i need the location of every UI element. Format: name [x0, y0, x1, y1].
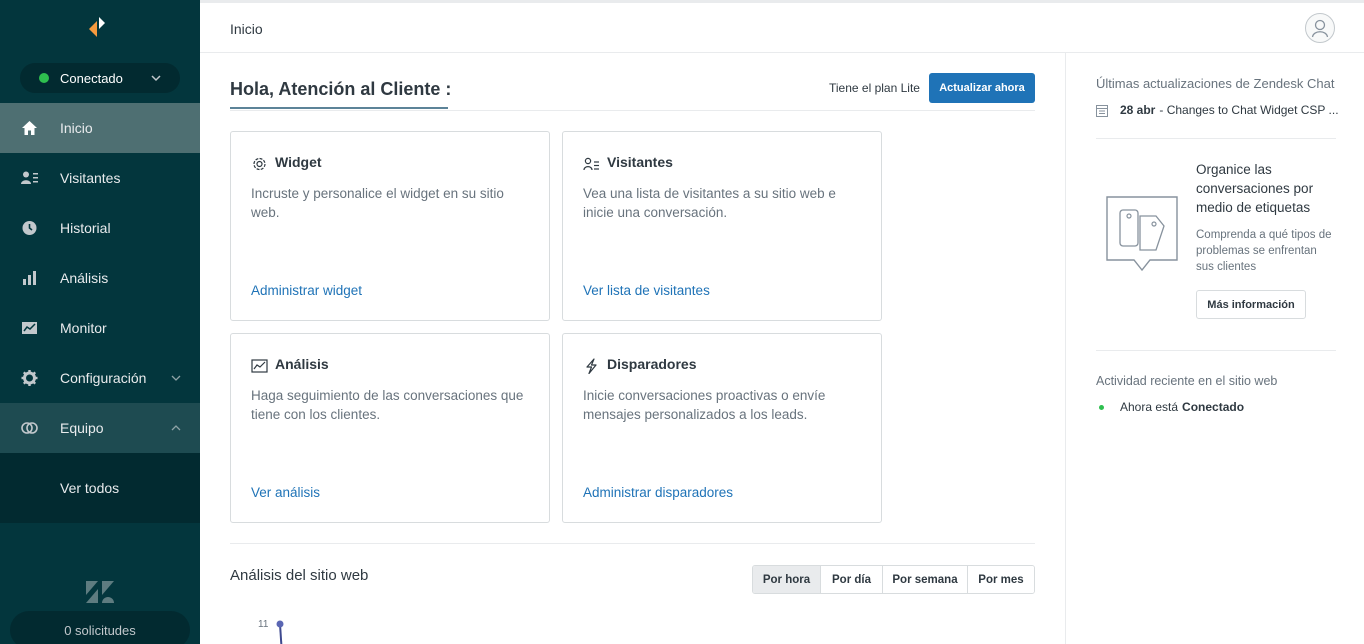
- right-panel: Últimas actualizaciones de Zendesk Chat …: [1065, 53, 1364, 644]
- chart-data-point: [276, 620, 284, 628]
- activity-prefix: Ahora está: [1120, 400, 1179, 414]
- more-info-button[interactable]: Más información: [1196, 290, 1306, 319]
- header-divider: [230, 110, 1035, 111]
- view-analysis-link[interactable]: Ver análisis: [251, 485, 320, 500]
- sidebar-item-label: Configuración: [60, 370, 147, 386]
- manage-triggers-link[interactable]: Administrar disparadores: [583, 485, 733, 500]
- activity-title: Actividad reciente en el sitio web: [1096, 374, 1278, 388]
- status-dot: [39, 73, 49, 83]
- sidebar-item-label: Historial: [60, 220, 111, 236]
- chevron-down-icon: [151, 75, 161, 82]
- panel-divider: [1096, 138, 1336, 139]
- chevron-up-icon: [171, 425, 181, 431]
- team-icon: [21, 422, 38, 434]
- tags-illustration-icon: [1106, 196, 1178, 272]
- y-axis-tick: 11: [258, 619, 269, 630]
- card-description: Vea una lista de visitantes a su sitio w…: [583, 186, 836, 220]
- sidebar-item-inicio[interactable]: Inicio: [0, 103, 200, 153]
- chevron-down-icon: [171, 375, 181, 381]
- tickets-counter[interactable]: 0 solicitudes: [10, 611, 190, 644]
- zendesk-logo-icon[interactable]: [86, 581, 114, 603]
- home-icon: [22, 121, 37, 135]
- card-description: Incruste y personalice el widget en su s…: [251, 186, 504, 220]
- card-disparadores: Disparadores Inicie conversaciones proac…: [562, 333, 882, 523]
- status-selector[interactable]: Conectado: [20, 63, 180, 93]
- page-title: Hola, Atención al Cliente :: [230, 79, 452, 99]
- activity-status: Conectado: [1182, 400, 1245, 414]
- bar-chart-icon: [23, 271, 36, 285]
- period-week-button[interactable]: Por semana: [883, 566, 968, 593]
- manage-widget-link[interactable]: Administrar widget: [251, 283, 362, 298]
- sidebar-item-label: Monitor: [60, 320, 107, 336]
- sidebar-item-label: Visitantes: [60, 170, 121, 186]
- clock-icon: [22, 221, 37, 235]
- sidebar-item-visitantes[interactable]: Visitantes: [0, 153, 200, 203]
- avatar[interactable]: [1305, 13, 1335, 43]
- monitor-icon: [22, 322, 37, 334]
- promo-description: Comprenda a qué tipos de problemas se en…: [1196, 229, 1332, 273]
- sidebar-item-historial[interactable]: Historial: [0, 203, 200, 253]
- sidebar-item-equipo[interactable]: Equipo: [0, 403, 200, 453]
- lightning-icon: [586, 358, 597, 374]
- online-status-dot: [1099, 404, 1104, 410]
- activity-item: Ahora está Conectado: [1099, 400, 1244, 414]
- breadcrumb: Inicio: [230, 21, 263, 37]
- title-underline: [230, 107, 448, 109]
- card-analisis: Análisis Haga seguimiento de las convers…: [230, 333, 550, 523]
- gear-icon: [253, 157, 266, 171]
- calendar-icon: [1096, 104, 1108, 117]
- period-month-button[interactable]: Por mes: [968, 566, 1034, 593]
- update-text: - Changes to Chat Widget CSP ...: [1159, 103, 1339, 117]
- sidebar-item-analisis[interactable]: Análisis: [0, 253, 200, 303]
- top-bar: Inicio: [200, 0, 1364, 53]
- card-title: Widget: [275, 154, 322, 170]
- card-description: Inicie conversaciones proactivas o envíe…: [583, 388, 826, 422]
- sidebar-item-label: Equipo: [60, 420, 104, 436]
- section-divider: [230, 543, 1035, 544]
- sidebar-item-label: Inicio: [60, 120, 93, 136]
- sidebar-item-label: Análisis: [60, 270, 109, 286]
- updates-title: Últimas actualizaciones de Zendesk Chat: [1096, 76, 1335, 91]
- analysis-section-title: Análisis del sitio web: [230, 567, 369, 584]
- upgrade-button[interactable]: Actualizar ahora: [929, 73, 1035, 103]
- gear-icon: [21, 370, 38, 386]
- card-title: Visitantes: [607, 154, 673, 170]
- card-description: Haga seguimiento de las conversaciones q…: [251, 388, 524, 422]
- card-title: Análisis: [275, 356, 329, 372]
- card-visitantes: Visitantes Vea una lista de visitantes a…: [562, 131, 882, 321]
- card-title: Disparadores: [607, 356, 697, 372]
- sidebar: Conectado Inicio Visitantes Historial An…: [0, 0, 200, 644]
- visitors-list-icon: [583, 157, 599, 171]
- sidebar-subitem-ver-todos[interactable]: Ver todos: [0, 453, 200, 523]
- tickets-label: 0 solicitudes: [64, 622, 136, 638]
- plan-label: Tiene el plan Lite: [829, 81, 920, 95]
- zendesk-chat-logo[interactable]: [88, 16, 114, 40]
- update-date: 28 abr: [1120, 103, 1156, 117]
- sidebar-item-configuracion[interactable]: Configuración: [0, 353, 200, 403]
- line-chart-icon: [251, 359, 268, 373]
- sidebar-subitem-label: Ver todos: [60, 480, 120, 496]
- sidebar-nav: Inicio Visitantes Historial Análisis Mon…: [0, 103, 200, 523]
- card-widget: Widget Incruste y personalice el widget …: [230, 131, 550, 321]
- period-hour-button[interactable]: Por hora: [753, 566, 821, 593]
- promo-title: Organice las conversaciones por medio de…: [1196, 162, 1314, 215]
- visitors-icon: [21, 171, 38, 184]
- main-content: Hola, Atención al Cliente : Tiene el pla…: [200, 53, 1065, 644]
- visitors-list-link[interactable]: Ver lista de visitantes: [583, 283, 710, 298]
- sidebar-item-monitor[interactable]: Monitor: [0, 303, 200, 353]
- status-label: Conectado: [60, 70, 123, 86]
- visits-chart: [276, 620, 284, 644]
- panel-divider: [1096, 350, 1336, 351]
- update-item[interactable]: 28 abr - Changes to Chat Widget CSP ...: [1096, 103, 1341, 117]
- period-day-button[interactable]: Por día: [821, 566, 883, 593]
- period-selector: Por hora Por día Por semana Por mes: [752, 565, 1035, 594]
- user-icon: [1311, 19, 1329, 38]
